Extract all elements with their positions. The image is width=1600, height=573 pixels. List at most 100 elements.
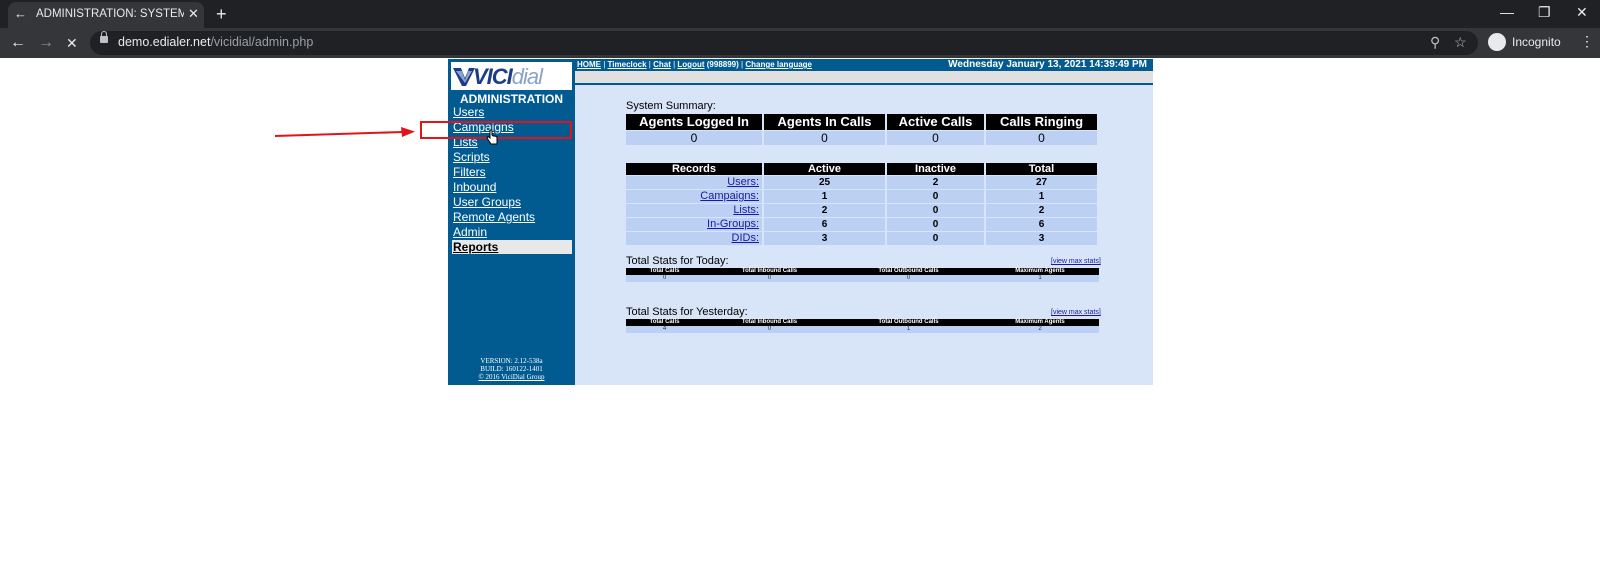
lock-icon [100, 31, 108, 43]
today-value: 1 [981, 275, 1099, 282]
sidebar-item-user-groups[interactable]: User Groups [453, 195, 521, 209]
table-cell: 3 [764, 232, 885, 245]
minimize-icon[interactable]: — [1500, 4, 1514, 20]
logo-v-icon [453, 68, 475, 86]
chat-link[interactable]: Chat [653, 60, 671, 69]
sidebar-item-reports[interactable]: Reports [452, 240, 572, 254]
today-value: 0 [836, 275, 981, 282]
records-link-lists[interactable]: Lists: [626, 204, 762, 217]
home-link[interactable]: HOME [577, 60, 601, 69]
annotation-arrow-icon [275, 127, 415, 137]
close-window-icon[interactable]: ✕ [1576, 4, 1588, 21]
yesterday-view-max-stats-link[interactable]: [view max stats] [1051, 309, 1101, 316]
back-icon[interactable]: ← [10, 34, 26, 52]
records-link-in-groups[interactable]: In-Groups: [626, 218, 762, 231]
logout-link[interactable]: Logout [677, 60, 704, 69]
yesterday-header: Total Outbound Calls [836, 319, 981, 326]
yesterday-value: 1 [836, 326, 981, 333]
yesterday-value: 2 [981, 326, 1099, 333]
table-cell: 0 [887, 232, 984, 245]
user-id: (998899) [706, 60, 739, 69]
table-cell: 2 [986, 204, 1097, 217]
forward-icon[interactable]: → [38, 34, 54, 52]
browser-tab[interactable]: ← ADMINISTRATION: SYSTEM SNAP ✕ [8, 2, 204, 28]
yesterday-stats-title: Total Stats for Yesterday: [626, 306, 748, 318]
vicidial-logo[interactable]: VICIdial [451, 62, 572, 90]
records-header: Total [986, 163, 1097, 175]
today-value: 0 [703, 275, 836, 282]
logo-text: VICIdial [473, 64, 543, 89]
timeclock-link[interactable]: Timeclock [608, 60, 647, 69]
records-header: Records [626, 163, 762, 175]
records-link-dids[interactable]: DIDs: [626, 232, 762, 245]
sidebar: VICIdial ADMINISTRATION Users Campaigns … [448, 59, 575, 385]
browser-toolbar: ← → ✕ demo.edialer.net/vicidial/admin.ph… [0, 28, 1600, 58]
summary-value: 0 [986, 131, 1097, 145]
today-header: Total Inbound Calls [703, 268, 836, 275]
yesterday-header: Total Calls [626, 319, 703, 326]
sidebar-item-remote-agents[interactable]: Remote Agents [453, 210, 535, 224]
yesterday-value: 4 [626, 326, 703, 333]
today-header: Total Outbound Calls [836, 268, 981, 275]
summary-header-agents-logged-in: Agents Logged In [626, 114, 762, 130]
divider [575, 83, 1153, 85]
table-cell: 25 [764, 176, 885, 189]
top-links: HOME | Timeclock | Chat | Logout (998899… [577, 60, 813, 69]
vicidial-admin-page: VICIdial ADMINISTRATION Users Campaigns … [448, 59, 1153, 385]
summary-header-calls-ringing: Calls Ringing [986, 114, 1097, 130]
sidebar-item-inbound[interactable]: Inbound [453, 180, 496, 194]
table-cell: 6 [764, 218, 885, 231]
today-view-max-stats-link[interactable]: [view max stats] [1051, 258, 1101, 265]
change-language-link[interactable]: Change language [745, 60, 812, 69]
restore-icon[interactable]: ❐ [1538, 4, 1551, 21]
grey-bar [575, 71, 1153, 83]
table-cell: 0 [887, 204, 984, 217]
incognito-icon [1488, 33, 1506, 51]
records-link-users[interactable]: Users: [626, 176, 762, 189]
yesterday-value: 0 [703, 326, 836, 333]
url-text: demo.edialer.net/vicidial/admin.php [118, 35, 314, 49]
copyright-link[interactable]: © 2016 ViciDial Group [448, 373, 575, 381]
yesterday-header: Maximum Agents [981, 319, 1099, 326]
menu-icon[interactable]: ⋮ [1580, 33, 1594, 50]
top-nav-bar: HOME | Timeclock | Chat | Logout (998899… [575, 59, 1153, 71]
hand-cursor-icon [486, 129, 498, 145]
summary-value: 0 [764, 131, 885, 145]
table-cell: 1 [764, 190, 885, 203]
table-cell: 0 [887, 190, 984, 203]
profile-label: Incognito [1512, 35, 1561, 49]
close-tab-icon[interactable]: ✕ [188, 7, 199, 21]
today-header: Total Calls [626, 268, 703, 275]
table-cell: 2 [764, 204, 885, 217]
sidebar-item-users[interactable]: Users [453, 105, 484, 119]
new-tab-icon[interactable]: + [216, 4, 227, 24]
address-bar[interactable]: demo.edialer.net/vicidial/admin.php ⚲ ☆ [90, 31, 1478, 55]
browser-tab-strip: ← ADMINISTRATION: SYSTEM SNAP ✕ + — ❐ ✕ [0, 0, 1600, 28]
tab-title: ADMINISTRATION: SYSTEM SNAP [36, 8, 184, 20]
summary-header-agents-in-calls: Agents In Calls [764, 114, 885, 130]
records-link-campaigns[interactable]: Campaigns: [626, 190, 762, 203]
records-header: Inactive [887, 163, 984, 175]
current-datetime: Wednesday January 13, 2021 14:39:49 PM [948, 59, 1147, 70]
version-text: VERSION: 2.12-538a [480, 357, 543, 365]
section-title: ADMINISTRATION [459, 92, 564, 106]
table-cell: 6 [986, 218, 1097, 231]
bookmark-star-icon[interactable]: ☆ [1454, 34, 1467, 51]
table-cell: 2 [887, 176, 984, 189]
sidebar-item-filters[interactable]: Filters [453, 165, 486, 179]
summary-value: 0 [887, 131, 984, 145]
table-cell: 0 [887, 218, 984, 231]
zoom-icon[interactable]: ⚲ [1430, 34, 1440, 51]
today-value: 0 [626, 275, 703, 282]
back-arrow-favicon-icon: ← [14, 6, 27, 21]
sidebar-item-admin[interactable]: Admin [453, 225, 487, 239]
stop-loading-icon[interactable]: ✕ [66, 34, 78, 52]
system-summary-title: System Summary: [626, 100, 716, 112]
yesterday-header: Total Inbound Calls [703, 319, 836, 326]
build-text: BUILD: 160122-1401 [480, 365, 543, 373]
table-cell: 27 [986, 176, 1097, 189]
records-header: Active [764, 163, 885, 175]
today-stats-title: Total Stats for Today: [626, 255, 729, 267]
table-cell: 3 [986, 232, 1097, 245]
sidebar-item-scripts[interactable]: Scripts [453, 150, 490, 164]
